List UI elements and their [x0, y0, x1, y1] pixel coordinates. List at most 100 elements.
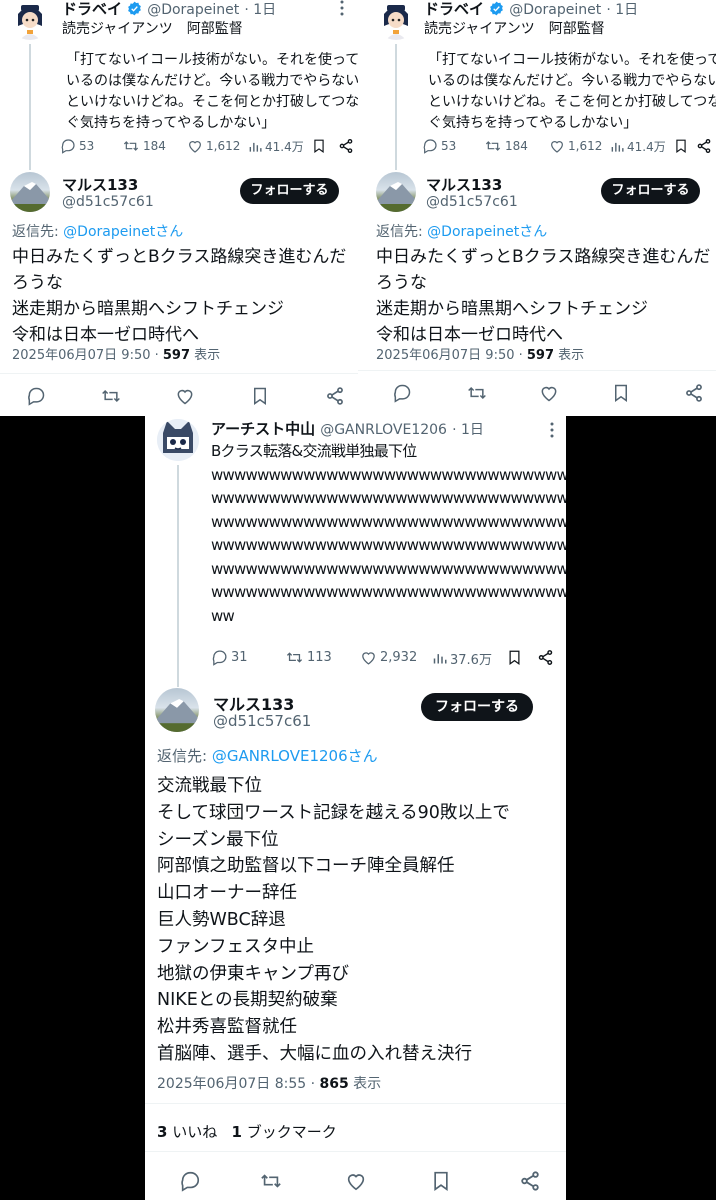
- view-label: 表示: [554, 348, 585, 363]
- bookmark-icon[interactable]: [312, 138, 326, 158]
- reply-text: 交流戦最下位 そして球団ワースト記録を越える90敗以上で シーズン最下位 阿部慎…: [157, 776, 510, 1064]
- author-handle[interactable]: @Dorapeinet: [147, 2, 239, 18]
- tweet-time[interactable]: · 1日: [244, 2, 276, 18]
- author-name[interactable]: マルス133: [426, 174, 502, 195]
- share-icon[interactable]: [696, 138, 712, 158]
- share-icon[interactable]: [684, 383, 704, 407]
- author-name[interactable]: アーチスト中山: [211, 420, 315, 438]
- follow-button[interactable]: フォローする: [240, 178, 339, 204]
- author-handle[interactable]: @GANRLOVE1206: [320, 422, 447, 438]
- bookmark-icon[interactable]: [612, 383, 630, 407]
- avatar-dorabei[interactable]: [10, 0, 50, 40]
- reply-button[interactable]: 53: [422, 138, 456, 154]
- tweet-date[interactable]: 2025年06月07日 9:50 ·: [376, 348, 527, 363]
- like-icon[interactable]: [175, 386, 195, 410]
- author-name[interactable]: マルス133: [62, 174, 138, 195]
- avatar-artist[interactable]: [157, 419, 199, 461]
- tweet-subtitle: 読売ジャイアンツ 阿部監督: [62, 21, 243, 37]
- reply-icon[interactable]: [179, 1170, 201, 1196]
- reply-count: 53: [79, 139, 95, 153]
- reply-prefix: 返信先:: [12, 224, 64, 240]
- retweet-button[interactable]: 113: [285, 649, 332, 666]
- likes-label: いいね: [167, 1123, 218, 1141]
- screenshot-panel-right: ドラベイ @Dorapeinet · 1日 読売ジャイアンツ 阿部監督 「打てな…: [358, 0, 716, 416]
- tweet-header: ドラベイ @Dorapeinet · 1日: [424, 0, 638, 19]
- author-handle[interactable]: @d51c57c61: [62, 194, 154, 210]
- tweet-date[interactable]: 2025年06月07日 8:55 ·: [157, 1076, 320, 1092]
- avatar-mars[interactable]: [376, 172, 416, 212]
- share-icon[interactable]: [325, 386, 345, 410]
- divider: [0, 373, 358, 374]
- screenshot-panel-left: ドラベイ @Dorapeinet · 1日 読売ジャイアンツ 阿部監督 「打てな…: [0, 0, 358, 416]
- reply-button[interactable]: 53: [60, 138, 94, 154]
- reply-prefix: 返信先:: [157, 747, 212, 765]
- views-button[interactable]: 41.4万: [248, 138, 304, 155]
- views-button[interactable]: 41.4万: [610, 138, 666, 155]
- thread-line: [29, 44, 31, 170]
- avatar-mars[interactable]: [10, 172, 50, 212]
- bookmark-icon[interactable]: [431, 1170, 451, 1196]
- bookmark-icon[interactable]: [674, 138, 688, 158]
- divider: [145, 1151, 566, 1152]
- bookmark-icon[interactable]: [507, 649, 522, 670]
- bookmarks-count: 1: [231, 1123, 242, 1141]
- reply-icon: [61, 139, 75, 154]
- divider: [145, 1103, 566, 1104]
- engagement-stats: 3 いいね 1 ブックマーク: [157, 1121, 337, 1142]
- tweet-time[interactable]: · 1日: [606, 2, 638, 18]
- reply-button[interactable]: 31: [211, 649, 248, 666]
- view-count: 865: [319, 1076, 349, 1092]
- verified-icon: [490, 1, 503, 16]
- like-button[interactable]: 2,932: [360, 649, 417, 666]
- author-name[interactable]: ドラベイ: [424, 0, 484, 18]
- author-handle[interactable]: @Dorapeinet: [509, 2, 601, 18]
- bookmarks-stat[interactable]: 1 ブックマーク: [232, 1123, 337, 1141]
- like-button[interactable]: 1,612: [187, 138, 240, 154]
- more-icon[interactable]: [550, 422, 554, 442]
- follow-button[interactable]: フォローする: [601, 178, 700, 204]
- bookmark-icon[interactable]: [251, 386, 269, 410]
- like-button[interactable]: 1,612: [549, 138, 602, 154]
- tweet-meta: 2025年06月07日 9:50 · 597 表示: [376, 344, 584, 363]
- tweet-date[interactable]: 2025年06月07日 9:50 ·: [12, 348, 163, 363]
- reply-icon[interactable]: [26, 386, 46, 410]
- likes-stat[interactable]: 3 いいね: [157, 1123, 217, 1141]
- thread-line: [177, 465, 179, 687]
- bookmarks-label: ブックマーク: [241, 1123, 337, 1141]
- divider: [358, 370, 716, 371]
- screenshot-panel-bottom: アーチスト中山 @GANRLOVE1206 · 1日 Bクラス転落&交流戦単独最…: [145, 413, 566, 1200]
- like-icon[interactable]: [539, 383, 559, 407]
- views-icon: [433, 654, 447, 664]
- retweet-icon[interactable]: [466, 383, 488, 407]
- like-icon[interactable]: [345, 1170, 367, 1196]
- reply-context: 返信先: @Dorapeinetさん: [12, 221, 183, 241]
- avatar-dorabei[interactable]: [376, 0, 416, 40]
- reply-to-link[interactable]: @Dorapeinetさん: [63, 224, 183, 240]
- author-name[interactable]: ドラベイ: [62, 0, 122, 18]
- reply-icon[interactable]: [392, 383, 412, 407]
- reply-to-link[interactable]: @GANRLOVE1206さん: [212, 747, 378, 765]
- tweet-header: ドラベイ @Dorapeinet · 1日: [62, 0, 276, 19]
- retweet-button[interactable]: 184: [122, 138, 166, 154]
- reply-context: 返信先: @GANRLOVE1206さん: [157, 745, 378, 766]
- reply-context: 返信先: @Dorapeinetさん: [376, 221, 547, 241]
- tweet-text: 「打てないイコール技術がない。それを使って いるのは僕なんだけど。今いる戦力でや…: [428, 52, 716, 131]
- avatar-mars[interactable]: [155, 688, 199, 732]
- reply-to-link[interactable]: @Dorapeinetさん: [427, 224, 547, 240]
- tweet-time[interactable]: · 1日: [452, 422, 484, 438]
- tweet-text: Bクラス転落&交流戦単独最下位 wwwwwwwwwwwwwwwwwwwwwwww…: [211, 442, 566, 625]
- retweet-button[interactable]: 184: [484, 138, 528, 154]
- more-icon[interactable]: [340, 0, 344, 20]
- tweet-subtitle: 読売ジャイアンツ 阿部監督: [424, 21, 605, 37]
- like-count: 1,612: [206, 139, 241, 153]
- retweet-icon[interactable]: [259, 1170, 283, 1196]
- share-icon[interactable]: [338, 138, 354, 158]
- views-button[interactable]: 37.6万: [432, 649, 492, 668]
- follow-button[interactable]: フォローする: [421, 693, 533, 721]
- share-icon[interactable]: [519, 1170, 541, 1196]
- share-icon[interactable]: [537, 649, 554, 670]
- author-handle[interactable]: @d51c57c61: [213, 712, 311, 730]
- author-handle[interactable]: @d51c57c61: [426, 194, 518, 210]
- retweet-icon[interactable]: [100, 386, 122, 410]
- reply-text: 中日みたくずっとBクラス路線突き進むんだ ろうな 迷走期から暗黒期へシフトチェン…: [376, 247, 711, 345]
